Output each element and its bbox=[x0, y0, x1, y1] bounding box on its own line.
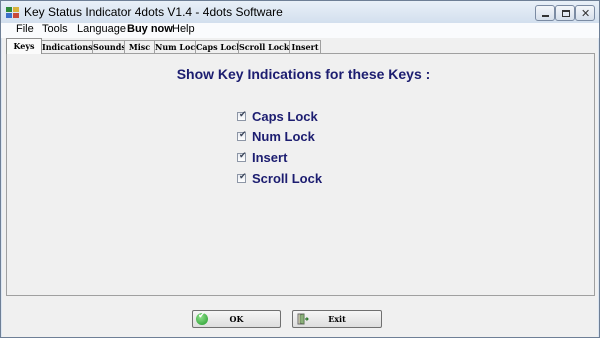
ok-button-label: OK bbox=[229, 314, 244, 324]
option-label[interactable]: Num Lock bbox=[252, 129, 315, 144]
maximize-icon bbox=[562, 10, 570, 17]
tab-misc[interactable]: Misc bbox=[124, 40, 155, 53]
menu-help[interactable]: Help bbox=[172, 23, 195, 35]
menu-buy-now[interactable]: Buy now bbox=[127, 23, 173, 35]
title-bar[interactable]: Key Status Indicator 4dots V1.4 - 4dots … bbox=[1, 1, 599, 23]
exit-button[interactable]: Exit bbox=[292, 310, 382, 328]
menu-bar: File Tools Language Buy now Help bbox=[1, 23, 599, 38]
app-window: Key Status Indicator 4dots V1.4 - 4dots … bbox=[0, 0, 600, 338]
tab-sounds[interactable]: Sounds bbox=[92, 40, 126, 53]
tab-num-lock[interactable]: Num Lock bbox=[154, 40, 201, 53]
menu-language[interactable]: Language bbox=[77, 23, 126, 35]
checkbox-num-lock[interactable]: ✔ bbox=[237, 130, 247, 141]
checkmark-icon: ✔ bbox=[239, 110, 247, 120]
checkmark-icon: ✔ bbox=[239, 172, 247, 182]
ok-button[interactable]: ✔ OK bbox=[192, 310, 281, 328]
window-title: Key Status Indicator 4dots V1.4 - 4dots … bbox=[24, 5, 283, 19]
client-area: Keys Indications Sounds Misc Num Lock Ca… bbox=[2, 38, 598, 337]
exit-button-label: Exit bbox=[328, 314, 346, 324]
checkmark-icon: ✔ bbox=[239, 130, 247, 140]
tab-insert[interactable]: Insert bbox=[289, 40, 321, 53]
keys-tab-panel: Show Key Indications for these Keys : ✔ … bbox=[6, 53, 595, 296]
checkbox-caps-lock[interactable]: ✔ bbox=[237, 110, 247, 121]
panel-heading: Show Key Indications for these Keys : bbox=[7, 66, 596, 82]
checkbox-insert[interactable]: ✔ bbox=[237, 151, 247, 162]
option-label[interactable]: Caps Lock bbox=[252, 109, 318, 124]
tab-scroll-lock[interactable]: Scroll Lock bbox=[238, 40, 290, 53]
close-icon: ✕ bbox=[581, 7, 591, 20]
option-label[interactable]: Insert bbox=[252, 150, 287, 165]
option-label[interactable]: Scroll Lock bbox=[252, 171, 322, 186]
tab-caps-lock[interactable]: Caps Lock bbox=[195, 40, 242, 53]
checkmark-icon: ✔ bbox=[239, 151, 247, 161]
app-icon bbox=[6, 7, 19, 18]
checkbox-scroll-lock[interactable]: ✔ bbox=[237, 172, 247, 183]
maximize-button[interactable] bbox=[555, 5, 575, 21]
menu-tools[interactable]: Tools bbox=[42, 23, 68, 35]
tab-indications[interactable]: Indications bbox=[41, 40, 93, 53]
panel-heading-text: Show Key Indications for these Keys : bbox=[176, 66, 431, 82]
menu-file[interactable]: File bbox=[16, 23, 34, 35]
minimize-icon bbox=[542, 15, 549, 17]
tab-keys[interactable]: Keys bbox=[6, 38, 42, 54]
minimize-button[interactable] bbox=[535, 5, 555, 21]
close-button[interactable]: ✕ bbox=[575, 5, 595, 21]
